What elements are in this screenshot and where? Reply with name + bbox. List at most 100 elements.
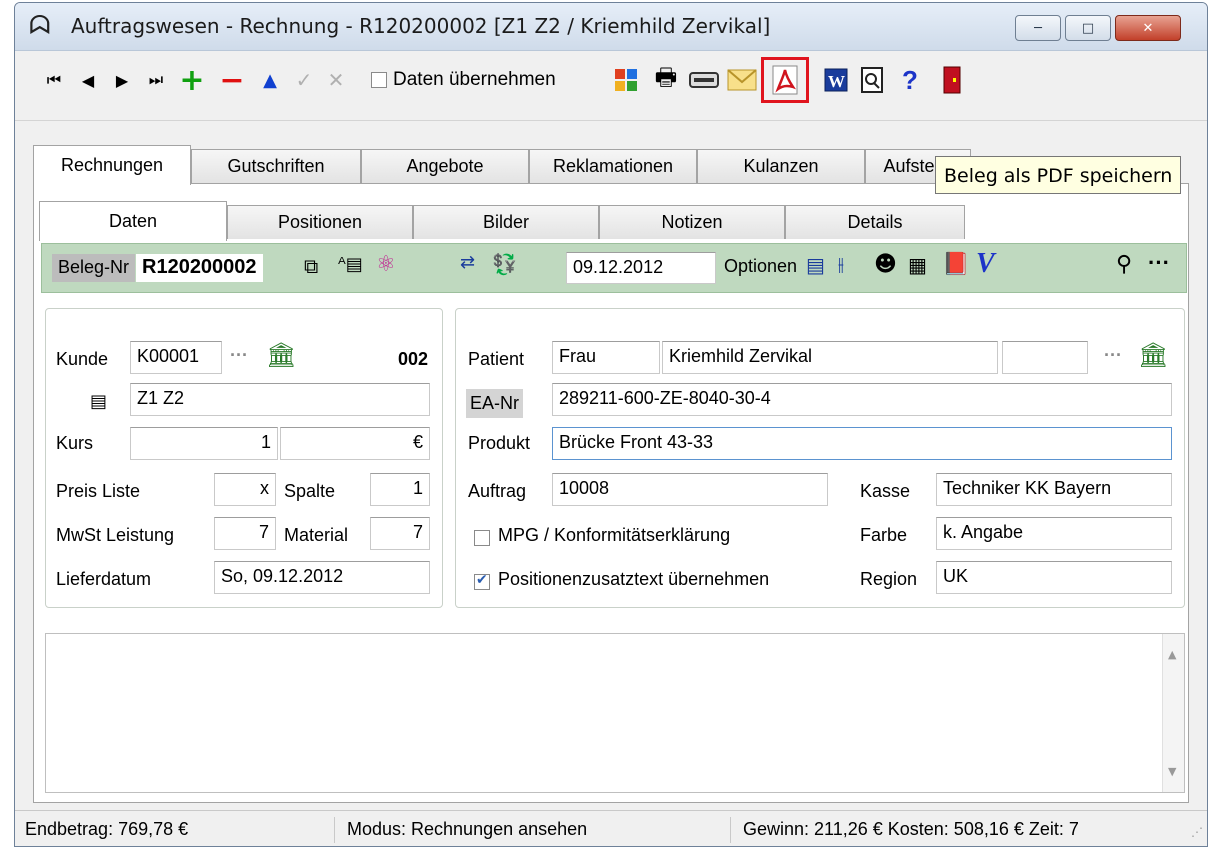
exit-door-icon[interactable] (937, 65, 967, 95)
status-gewinn: Gewinn: 211,26 € Kosten: 508,16 € Zeit: … (743, 819, 1079, 839)
scrollbar[interactable]: ▲ ▼ (1162, 634, 1184, 792)
card-reader-icon[interactable] (687, 65, 721, 95)
checkbox-box[interactable] (474, 572, 490, 590)
mwst-label: MwSt Leistung (56, 525, 175, 545)
subtab-daten[interactable]: Daten (39, 201, 227, 241)
printer-icon[interactable]: 🖶 (651, 63, 681, 95)
patient-name-field[interactable]: Kriemhild Zervikal (662, 341, 998, 374)
pillar-icon[interactable]: 🏛 (1138, 341, 1168, 369)
toolbar: ⏮ ◀ ▶ ⏭ + − ▲ ✓ ✕ Daten übernehmen 🖶 W ? (15, 51, 1207, 121)
word-export-icon[interactable]: W (821, 65, 851, 95)
anrede-field[interactable]: Frau (552, 341, 660, 374)
first-record-button[interactable]: ⏮ (39, 65, 69, 95)
last-record-button[interactable]: ⏭ (141, 65, 171, 95)
material-label: Material (284, 525, 349, 545)
ea-nr-field[interactable]: 289211-600-ZE-8040-30-4 (552, 383, 1172, 416)
checkbox-box[interactable] (474, 529, 490, 546)
rename-icon[interactable]: ᴬ▤ (338, 254, 363, 275)
kunde-lookup-dots[interactable]: ··· (230, 345, 248, 366)
preisliste-label: Preis Liste (56, 481, 141, 501)
close-button[interactable]: ✕ (1115, 15, 1181, 41)
positionenzusatztext-checkbox[interactable] (474, 571, 490, 593)
binoculars-icon[interactable]: ⚲ (1116, 252, 1132, 277)
tab-gutschriften[interactable]: Gutschriften (191, 149, 361, 183)
next-record-button[interactable]: ▶ (107, 65, 137, 95)
checkbox-box[interactable] (371, 72, 387, 88)
tab-reklamationen[interactable]: Reklamationen (529, 149, 697, 183)
money-icon[interactable]: 💱 (492, 252, 517, 276)
columns-icon[interactable]: ⫲ (838, 254, 844, 275)
pdf-icon (772, 65, 798, 95)
kasse-field[interactable]: Techniker KK Bayern (936, 473, 1172, 506)
kunde-group: Kunde K00001 ··· 🏛 002 ▤ Z1 Z2 Kurs 1 € … (45, 308, 443, 608)
daten-uebernehmen-checkbox[interactable]: Daten übernehmen (371, 65, 591, 95)
patient-group: Patient Frau Kriemhild Zervikal ··· 🏛 EA… (455, 308, 1185, 608)
grid-icon[interactable]: ▦ (908, 253, 927, 277)
kasse-label: Kasse (860, 481, 911, 501)
mwst-field[interactable]: 7 (214, 517, 276, 550)
subtab-bilder[interactable]: Bilder (413, 205, 599, 239)
person-icon[interactable]: ☻ (874, 252, 897, 277)
application-window: ᗣ Auftragswesen - Rechnung - R120200002 … (14, 2, 1208, 847)
copy-document-icon[interactable]: ⧉ (304, 254, 318, 278)
help-icon[interactable]: ? (895, 65, 925, 95)
kunde-field[interactable]: K00001 (130, 341, 222, 374)
kurs-field[interactable]: 1 (130, 427, 278, 460)
spalte-field[interactable]: 1 (370, 473, 430, 506)
beleg-date-field[interactable]: 09.12.2012 (566, 252, 716, 284)
book-icon[interactable]: 📕 (942, 252, 969, 277)
maximize-button[interactable]: □ (1065, 15, 1111, 41)
tab-angebote[interactable]: Angebote (361, 149, 529, 183)
notes-memo[interactable]: ▲ ▼ (45, 633, 1185, 793)
tooth-icon: ᗣ (29, 11, 51, 41)
remove-button[interactable]: − (215, 63, 249, 98)
tab-kulanzen[interactable]: Kulanzen (697, 149, 865, 183)
verify-icon[interactable]: V (976, 248, 995, 280)
patient-extra-field[interactable] (1002, 341, 1088, 374)
preisliste-field[interactable]: x (214, 473, 276, 506)
farbe-field[interactable]: k. Angabe (936, 517, 1172, 550)
scroll-up-icon[interactable]: ▲ (1168, 648, 1176, 661)
region-label: Region (860, 569, 918, 589)
kunde-label: Kunde (56, 349, 109, 369)
auftrag-field[interactable]: 10008 (552, 473, 828, 506)
subtab-details[interactable]: Details (785, 205, 965, 239)
resize-grip-icon[interactable]: ⋰ (1191, 825, 1203, 839)
more-icon[interactable]: ··· (1148, 250, 1170, 276)
produkt-field[interactable]: Brücke Front 43-33 (552, 427, 1172, 460)
lieferdatum-field[interactable]: So, 09.12.2012 (214, 561, 430, 594)
region-field[interactable]: UK (936, 561, 1172, 594)
confirm-button[interactable]: ✓ (289, 65, 319, 95)
scroll-down-icon[interactable]: ▼ (1168, 765, 1176, 778)
document-list-icon[interactable]: ▤ (806, 253, 825, 277)
daten-uebernehmen-label: Daten übernehmen (393, 69, 556, 90)
print-preview-icon[interactable] (857, 65, 887, 95)
save-pdf-button[interactable] (761, 57, 809, 103)
beleg-number[interactable]: R120200002 (136, 254, 263, 282)
farbe-label: Farbe (860, 525, 908, 545)
atom-icon[interactable]: ⚛ (376, 252, 396, 277)
window-title: Auftragswesen - Rechnung - R120200002 [Z… (71, 14, 771, 38)
pillar-icon[interactable]: 🏛 (266, 341, 296, 369)
zz-field[interactable]: Z1 Z2 (130, 383, 430, 416)
currency-field[interactable]: € (280, 427, 430, 460)
cancel-edit-button[interactable]: ✕ (321, 65, 351, 95)
layout-grid-icon[interactable] (611, 65, 641, 95)
notes-icon[interactable]: ▤ (90, 391, 107, 412)
subtab-notizen[interactable]: Notizen (599, 205, 785, 239)
optionen-label: Optionen (724, 256, 798, 276)
material-field[interactable]: 7 (370, 517, 430, 550)
ea-nr-label: EA-Nr (466, 389, 523, 418)
subtab-positionen[interactable]: Positionen (227, 205, 413, 239)
add-button[interactable]: + (175, 63, 209, 98)
convert-icon[interactable]: ⇄ (460, 252, 475, 273)
patient-lookup-dots[interactable]: ··· (1104, 345, 1122, 366)
previous-record-button[interactable]: ◀ (73, 65, 103, 95)
minimize-button[interactable]: ─ (1015, 15, 1061, 41)
svg-text:W: W (828, 72, 845, 91)
mpg-checkbox[interactable] (474, 527, 490, 549)
email-icon[interactable] (725, 65, 759, 95)
move-up-button[interactable]: ▲ (255, 65, 285, 95)
tab-rechnungen[interactable]: Rechnungen (33, 145, 191, 185)
mpg-label: MPG / Konformitätserklärung (498, 525, 731, 545)
